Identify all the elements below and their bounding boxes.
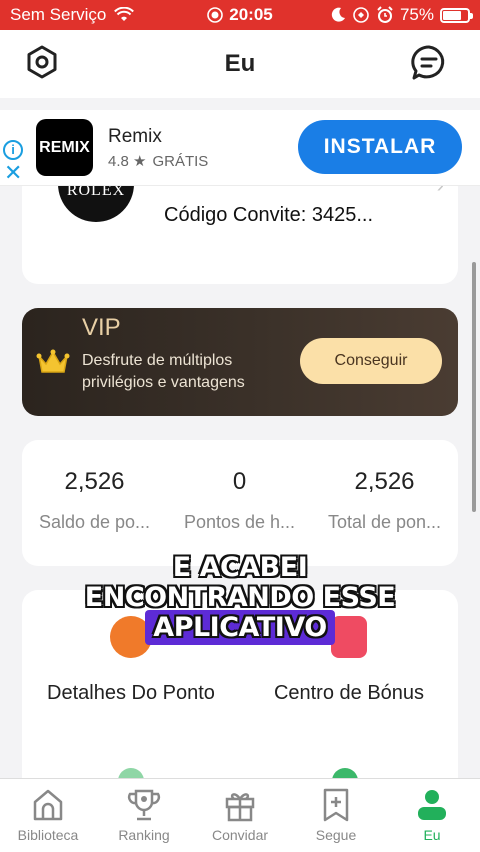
points-balance-value: 2,526 <box>64 468 125 495</box>
tab-ranking[interactable]: Ranking <box>96 779 192 852</box>
vip-card[interactable]: VIP Desfrute de múltiplos privilégios e … <box>22 308 458 416</box>
tab-biblioteca[interactable]: Biblioteca <box>0 779 96 852</box>
carrier-label: Sem Serviço <box>10 5 107 24</box>
caption-highlight: APLICATIVO <box>145 610 335 645</box>
ad-banner[interactable]: i ✕ REMIX Remix 4.8 ★ GRÁTIS INSTALAR <box>0 110 480 186</box>
install-button[interactable]: INSTALAR <box>298 120 462 174</box>
gift-icon <box>225 793 255 822</box>
ad-price: GRÁTIS <box>152 152 209 170</box>
user-icon <box>418 790 446 820</box>
video-caption-line2: ENCONTRANDO ESSE <box>84 582 396 613</box>
wifi-icon <box>114 7 135 21</box>
tab-biblioteca-label: Biblioteca <box>17 827 79 843</box>
carrier-info: Sem Serviço <box>10 5 135 25</box>
screen-record-icon <box>207 7 224 23</box>
moon-icon <box>331 7 345 22</box>
ad-app-icon[interactable]: REMIX <box>36 119 93 176</box>
time-label: 20:05 <box>229 5 273 24</box>
invite-code-row: Código Convite: 3425... <box>164 204 373 227</box>
alarm-icon <box>377 6 393 23</box>
vip-description: Desfrute de múltiplos privilégios e vant… <box>82 352 245 391</box>
crown-icon <box>36 349 70 373</box>
location-lock-icon <box>353 7 369 23</box>
bonus-center-label: Centro de Bónus <box>273 682 425 704</box>
points-total-label: Total de pon... <box>327 512 442 532</box>
invite-label: Código Convite: <box>164 204 307 226</box>
points-today-label: Pontos de h... <box>183 512 296 532</box>
ad-close-icon[interactable]: ✕ <box>4 162 22 184</box>
video-caption-line3: APLICATIVO <box>0 610 480 645</box>
status-indicators: 75% <box>330 5 473 25</box>
home-icon <box>33 789 63 821</box>
trophy-icon <box>127 789 161 821</box>
tab-eu[interactable]: Eu <box>384 779 480 852</box>
get-vip-button[interactable]: Conseguir <box>300 338 442 384</box>
points-total-value: 2,526 <box>354 468 415 495</box>
menu-more-icon-right <box>332 768 358 778</box>
profile-card[interactable]: ♛ ROLEX Código Convite: 3425... › <box>22 164 458 284</box>
tab-eu-label: Eu <box>423 827 441 843</box>
message-icon[interactable] <box>410 44 448 82</box>
status-bar: Sem Serviço 20:05 75% <box>0 0 480 30</box>
app-header: Eu <box>0 30 480 98</box>
points-today[interactable]: 0 Pontos de h... <box>167 468 312 533</box>
invite-code: 3425... <box>311 204 374 226</box>
ad-info-icon[interactable]: i <box>3 140 23 160</box>
points-balance-label: Saldo de po... <box>38 512 151 532</box>
tab-segue-label: Segue <box>315 827 357 843</box>
menu-more-icon-left <box>118 768 144 778</box>
scrollbar[interactable] <box>472 262 476 512</box>
bottom-tab-bar: Biblioteca Ranking Convidar Segue Eu <box>0 778 480 852</box>
settings-icon[interactable] <box>24 44 60 80</box>
points-total[interactable]: 2,526 Total de pon... <box>312 468 457 533</box>
battery-percent: 75% <box>399 5 434 24</box>
points-balance[interactable]: 2,526 Saldo de po... <box>22 468 167 533</box>
tab-ranking-label: Ranking <box>118 827 170 843</box>
points-card: 2,526 Saldo de po... 0 Pontos de h... 2,… <box>22 440 458 566</box>
tab-segue[interactable]: Segue <box>288 779 384 852</box>
tab-convidar[interactable]: Convidar <box>192 779 288 852</box>
tab-convidar-label: Convidar <box>211 827 269 843</box>
ad-app-meta: 4.8 ★ GRÁTIS <box>108 152 209 171</box>
battery-fill <box>443 10 461 20</box>
video-caption-line1: E ACABEI <box>172 552 308 583</box>
page-title: Eu <box>224 50 256 77</box>
main-content[interactable]: ♛ ROLEX Código Convite: 3425... › VIP De… <box>0 98 480 778</box>
ad-app-name[interactable]: Remix <box>108 126 162 148</box>
point-details-label: Detalhes Do Ponto <box>47 682 215 704</box>
vip-title: VIP <box>82 314 121 341</box>
battery-icon <box>440 7 473 23</box>
ad-rating: 4.8 ★ <box>108 153 147 170</box>
points-today-value: 0 <box>232 468 247 495</box>
bookmark-plus-icon <box>323 788 349 822</box>
